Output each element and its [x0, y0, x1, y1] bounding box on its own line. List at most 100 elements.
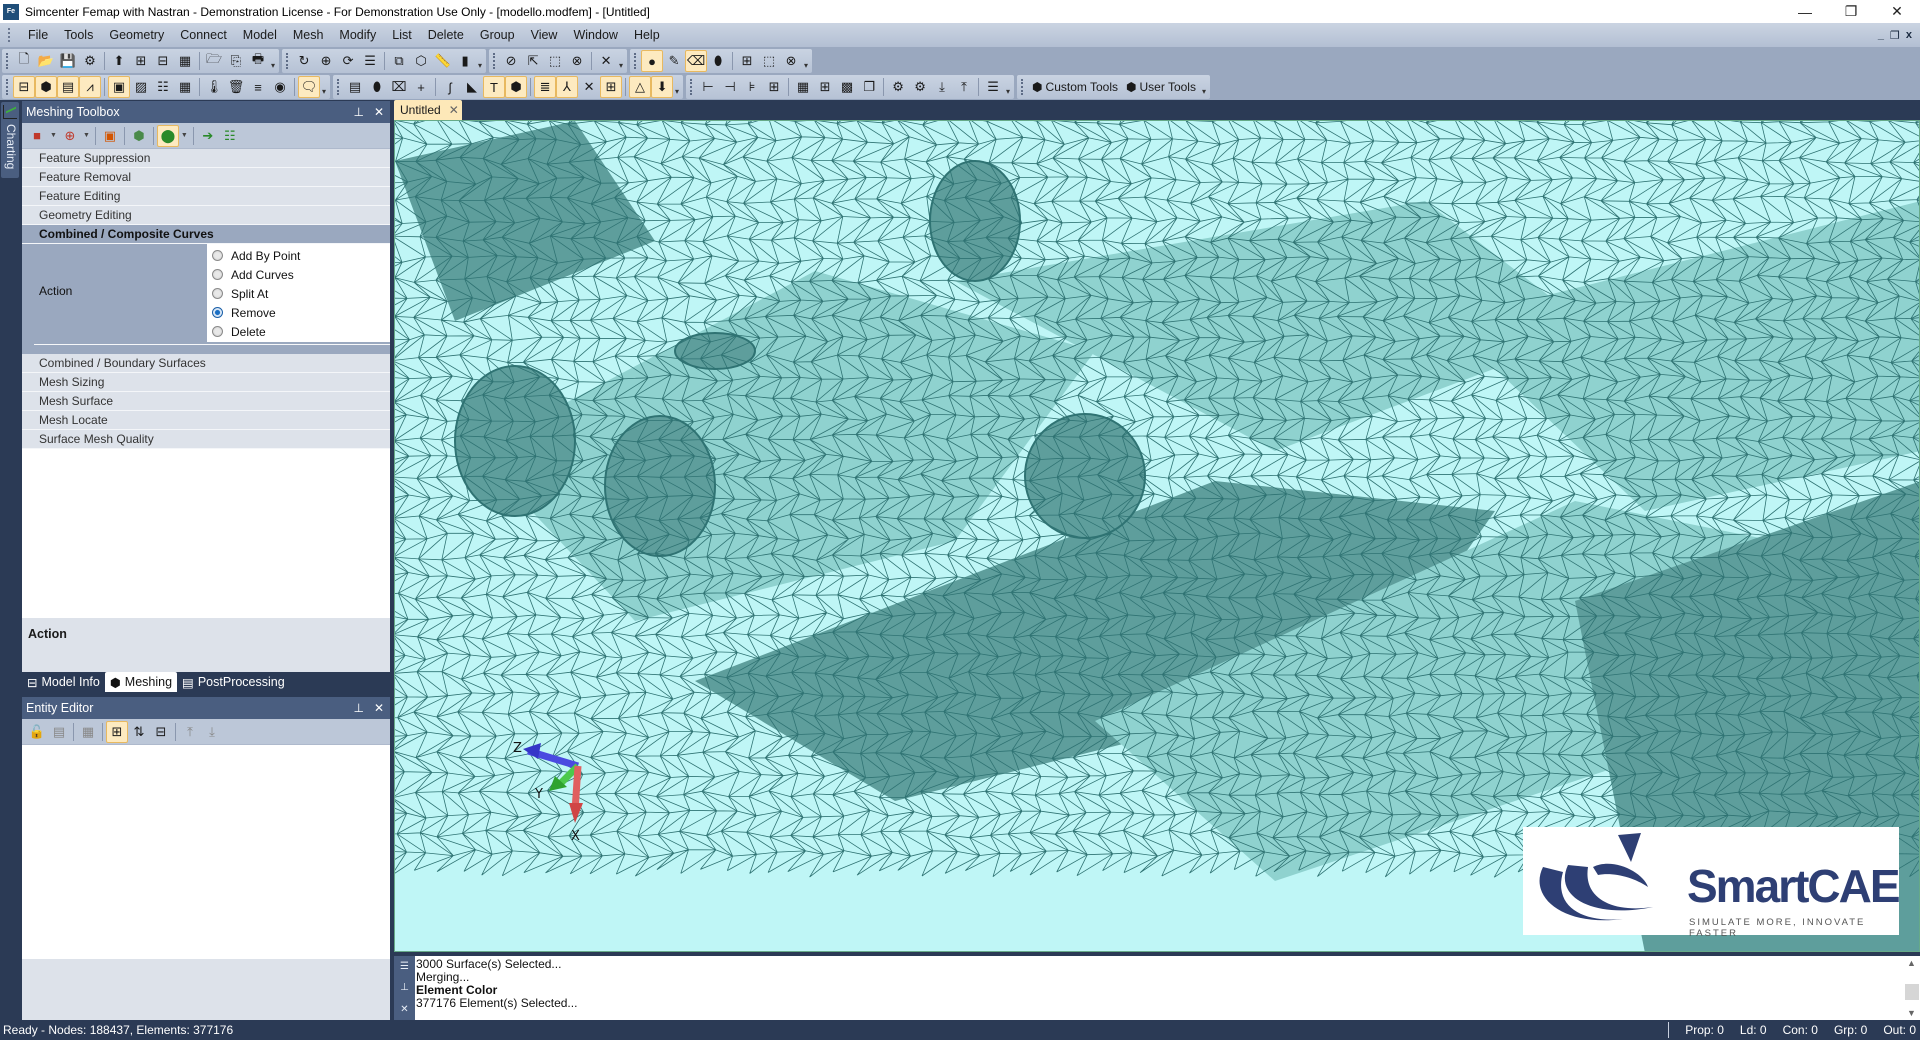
- color-surface-icon[interactable]: ⊞: [736, 50, 758, 72]
- mdi-minimize-button[interactable]: _: [1878, 29, 1884, 41]
- close-tab-icon[interactable]: ✕: [449, 103, 459, 117]
- record-icon[interactable]: ◉: [269, 76, 291, 98]
- charting-icon[interactable]: ⩘: [79, 76, 101, 98]
- radio-button[interactable]: [212, 250, 223, 261]
- zoom-window-icon[interactable]: ⊕: [315, 50, 337, 72]
- section-feature-removal[interactable]: Feature Removal: [22, 168, 390, 187]
- messages-menu-icon[interactable]: ☰: [400, 961, 409, 972]
- contour-icon[interactable]: ▨: [130, 76, 152, 98]
- menu-file[interactable]: File: [20, 23, 56, 47]
- window-tile2-icon[interactable]: ▦: [792, 76, 814, 98]
- section-combined-composite-curves[interactable]: Combined / Composite Curves: [22, 225, 390, 244]
- pin-icon[interactable]: ⊥: [353, 701, 363, 715]
- tab-untitled[interactable]: Untitled ✕: [394, 100, 462, 120]
- import-geometry-icon[interactable]: ⬆: [108, 50, 130, 72]
- layers-icon[interactable]: ≡: [247, 76, 269, 98]
- temperature-icon[interactable]: 🌡: [203, 76, 225, 98]
- section-surface-mesh-quality[interactable]: Surface Mesh Quality: [22, 430, 390, 449]
- section-combined-boundary-surfaces[interactable]: Combined / Boundary Surfaces: [22, 354, 390, 373]
- pin-icon[interactable]: ⊥: [400, 982, 409, 993]
- reset-color-icon[interactable]: ⊗: [780, 50, 802, 72]
- import-analysis-icon[interactable]: ⊞: [130, 50, 152, 72]
- download-icon[interactable]: ⤓: [931, 76, 953, 98]
- toolbar-grip[interactable]: [6, 79, 9, 95]
- window-tile3-icon[interactable]: ⊞: [814, 76, 836, 98]
- save-icon[interactable]: 💾: [57, 50, 79, 72]
- color-box-icon[interactable]: ⬚: [758, 50, 780, 72]
- mesh-point-icon[interactable]: +: [410, 76, 432, 98]
- color-palette-icon[interactable]: ▣: [99, 125, 121, 147]
- chevron-down-icon[interactable]: ▼: [83, 132, 90, 139]
- close-button[interactable]: ✕: [1874, 0, 1920, 23]
- geometry-edit-icon[interactable]: ⬢: [128, 125, 150, 147]
- align3-icon[interactable]: ⊧: [741, 76, 763, 98]
- toolbar-overflow-icon[interactable]: ▾: [619, 61, 623, 70]
- charting-tab[interactable]: Charting: [1, 102, 19, 178]
- copy-picture-icon[interactable]: ⎘: [225, 50, 247, 72]
- rotate-view-icon[interactable]: ⟳: [337, 50, 359, 72]
- align-icon[interactable]: ⊢: [697, 76, 719, 98]
- scroll-up-icon[interactable]: ▲: [1907, 958, 1916, 968]
- view-options-icon[interactable]: ☰: [359, 50, 381, 72]
- notes-icon[interactable]: ☰: [982, 76, 1004, 98]
- messages-scrollbar[interactable]: ▲ ▼: [1904, 956, 1920, 1020]
- messages-icon[interactable]: 🗨: [298, 76, 320, 98]
- rebuild-icon[interactable]: ⚙: [79, 50, 101, 72]
- toolbox-icon[interactable]: ■: [26, 125, 48, 147]
- pick-arrow-icon[interactable]: ➔: [197, 125, 219, 147]
- graphics-viewport[interactable]: Z Y X SmartCAE SIMULATE MORE, INNOVATE F…: [394, 120, 1920, 952]
- user-tools-button[interactable]: ⬢ User Tools: [1122, 76, 1200, 98]
- mesh-triangle-icon[interactable]: △: [629, 76, 652, 98]
- import-icon[interactable]: ⤓: [201, 721, 223, 743]
- mesh-text-icon[interactable]: T: [483, 76, 506, 98]
- toolbar-grip[interactable]: [6, 53, 9, 69]
- section-mesh-locate[interactable]: Mesh Locate: [22, 411, 390, 430]
- measure-icon[interactable]: 📏: [432, 50, 454, 72]
- radio-option-add-by-point[interactable]: Add By Point: [207, 246, 390, 265]
- scroll-thumb[interactable]: [1905, 984, 1919, 1000]
- close-icon[interactable]: ✕: [374, 105, 384, 119]
- delete-entity-icon[interactable]: ✕: [595, 50, 617, 72]
- entity-property-grid[interactable]: [22, 745, 390, 959]
- mesh-volume-icon[interactable]: ⬢: [505, 76, 528, 98]
- pin-icon[interactable]: ⊥: [353, 105, 363, 119]
- meshing-toolbox-icon[interactable]: ⬢: [35, 76, 57, 98]
- toolbar-overflow-icon[interactable]: ▾: [322, 87, 326, 96]
- mesh-load-icon[interactable]: ⬇: [651, 76, 674, 98]
- new-file-icon[interactable]: 🗋: [13, 50, 35, 72]
- toolbar-overflow-icon[interactable]: ▾: [1202, 87, 1206, 96]
- select-none-icon[interactable]: ⊗: [566, 50, 588, 72]
- upload-icon[interactable]: ⤒: [953, 76, 975, 98]
- section-feature-editing[interactable]: Feature Editing: [22, 187, 390, 206]
- post-data-icon[interactable]: ▮: [454, 50, 476, 72]
- calculator-icon[interactable]: ▦: [77, 721, 99, 743]
- chevron-down-icon[interactable]: ▼: [50, 132, 57, 139]
- chevron-down-icon[interactable]: ▼: [181, 132, 188, 139]
- menu-help[interactable]: Help: [626, 23, 668, 47]
- mesh-control-icon[interactable]: ▤: [344, 76, 366, 98]
- menu-delete[interactable]: Delete: [420, 23, 472, 47]
- menu-grip[interactable]: [8, 28, 12, 42]
- toolbar-overflow-icon[interactable]: ▾: [271, 61, 275, 70]
- restore-button[interactable]: ❐: [1828, 0, 1874, 23]
- mdi-close-button[interactable]: x: [1906, 29, 1912, 41]
- export-analysis-icon[interactable]: ⊟: [152, 50, 174, 72]
- mesh-curve-icon[interactable]: ʃ: [439, 76, 461, 98]
- radio-option-remove[interactable]: Remove: [207, 303, 390, 322]
- eraser-icon[interactable]: ⌫: [685, 50, 708, 72]
- window-tile-icon[interactable]: ⊞: [763, 76, 785, 98]
- export-icon[interactable]: ⤒: [179, 721, 201, 743]
- select-pick-icon[interactable]: ⇱: [522, 50, 544, 72]
- print-icon[interactable]: 🖶: [247, 50, 269, 72]
- show-entities-icon[interactable]: ⊘: [500, 50, 522, 72]
- postprocessing-toolbox-icon[interactable]: ▤: [57, 76, 79, 98]
- view-load-icon[interactable]: ⚙: [909, 76, 931, 98]
- close-icon[interactable]: ✕: [374, 701, 384, 715]
- mesh-solid-icon[interactable]: ⬮: [366, 76, 388, 98]
- section-feature-suppression[interactable]: Feature Suppression: [22, 149, 390, 168]
- close-icon[interactable]: ✕: [400, 1004, 408, 1015]
- sort-az-icon[interactable]: ⇅: [128, 721, 150, 743]
- mdi-restore-button[interactable]: ❐: [1890, 29, 1900, 42]
- expand-all-icon[interactable]: ⊟: [150, 721, 172, 743]
- import-results-icon[interactable]: ▦: [174, 50, 196, 72]
